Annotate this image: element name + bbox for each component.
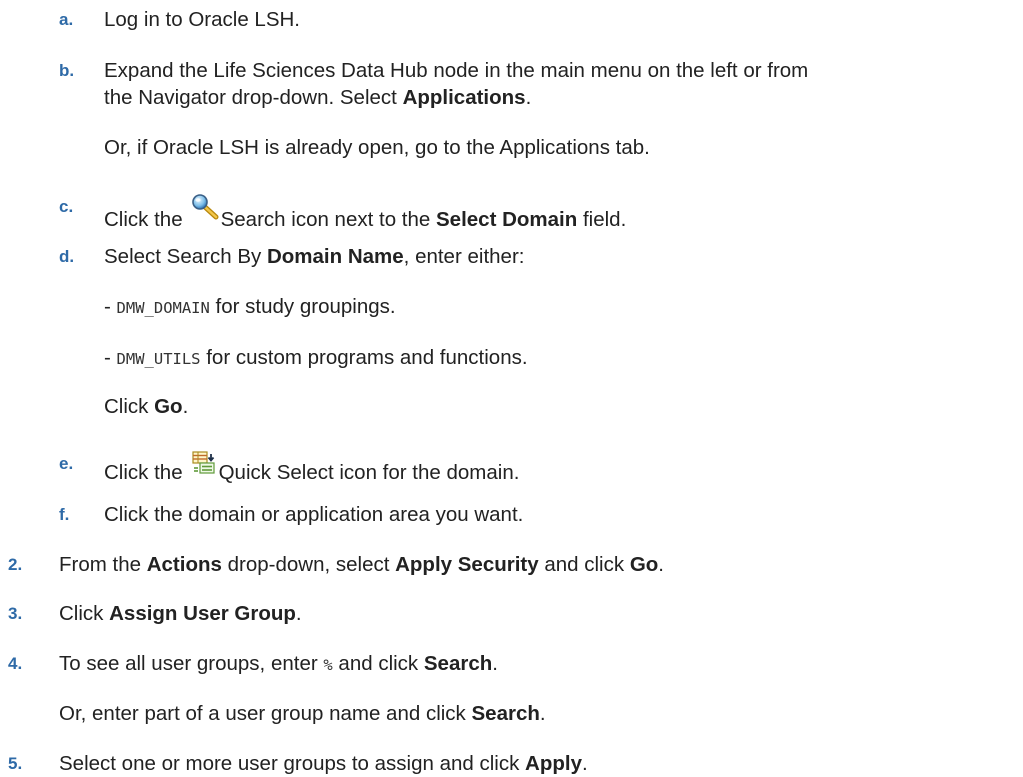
step-marker-3: 3. [8, 604, 23, 624]
step-c-text: Click the Search icon next to the Select … [104, 194, 626, 233]
select-domain-term: Select Domain [436, 208, 578, 231]
step-d-text: Select Search By Domain Name, enter eith… [104, 244, 524, 270]
search-term: Search [471, 702, 540, 726]
apply-term: Apply [525, 752, 582, 776]
step-4-mid: and click [332, 652, 424, 676]
step-2-post: . [658, 552, 664, 576]
option-dash: - [104, 345, 117, 369]
wildcard-code: % [323, 656, 333, 675]
step-c-pre: Click the [104, 208, 183, 231]
step-b-line1-text: Expand the Life Sciences Data Hub node i… [104, 59, 809, 83]
step-b-line2-pre: the Navigator drop-down. Select [104, 85, 403, 109]
step-5-text: Select one or more user groups to assign… [59, 751, 588, 777]
search-term: Search [423, 652, 493, 676]
step-2-mid: drop-down, select [221, 552, 396, 576]
step-2-text: From the Actions drop-down, select Apply… [59, 552, 664, 578]
option-dash: - [104, 294, 117, 318]
step-d-post: , enter either: [403, 244, 525, 268]
step-marker-4: 4. [8, 654, 23, 674]
domain-name-term: Domain Name [266, 244, 404, 268]
step-marker-a: a. [59, 10, 74, 30]
step-marker-b: b. [59, 61, 75, 81]
assign-user-group-term: Assign User Group [109, 602, 296, 626]
step-d-option-domain: - DMW_DOMAIN for study groupings. [104, 294, 396, 321]
step-d-go-post: . [182, 395, 189, 419]
step-marker-e: e. [59, 453, 74, 473]
search-magnifier-icon [191, 194, 219, 227]
go-term: Go [154, 395, 183, 419]
dmw-utils-code: DMW_UTILS [116, 349, 201, 368]
step-4-alternative: Or, enter part of a user group name and … [59, 701, 546, 727]
actions-term: Actions [146, 552, 222, 576]
step-4-text: To see all user groups, enter % and clic… [59, 651, 498, 678]
step-d-option-utils: - DMW_UTILS for custom programs and func… [104, 345, 528, 372]
step-marker-d: d. [59, 246, 75, 266]
step-d-go: Click Go. [104, 394, 188, 420]
step-4-alt-pre: Or, enter part of a user group name and … [59, 702, 472, 726]
step-a-label: Log in to Oracle LSH. [104, 8, 300, 32]
step-e-text: Click the Quick Select icon for the domai… [104, 451, 519, 486]
step-b-line2-post: . [525, 85, 532, 109]
step-4-post: . [492, 652, 498, 676]
option-text: for study groupings. [209, 294, 396, 318]
step-b-alt-text: Or, if Oracle LSH is already open, go to… [104, 135, 650, 159]
step-a-text: Log in to Oracle LSH. [104, 7, 300, 33]
step-b-line2: the Navigator drop-down. Select Applicat… [104, 85, 531, 111]
step-5-pre: Select one or more user groups to assign… [59, 752, 526, 776]
dmw-domain-code: DMW_DOMAIN [116, 298, 210, 317]
step-c-mid: Search icon next to the [220, 208, 436, 231]
step-2-mid2: and click [538, 552, 630, 576]
step-marker-f: f. [59, 504, 70, 524]
step-3-text: Click Assign User Group. [59, 601, 302, 627]
step-c-post: field. [577, 208, 627, 231]
step-f-label: Click the domain or application area you… [104, 502, 524, 526]
step-d-go-pre: Click [104, 395, 155, 419]
step-e-post: Quick Select icon for the domain. [218, 460, 520, 484]
step-marker-5: 5. [8, 754, 23, 774]
step-marker-2: 2. [8, 554, 23, 574]
step-b-line1: Expand the Life Sciences Data Hub node i… [104, 58, 808, 84]
quick-select-icon [191, 451, 217, 482]
step-f-text: Click the domain or application area you… [104, 502, 523, 528]
step-5-post: . [582, 752, 588, 776]
apply-security-term: Apply Security [395, 552, 539, 576]
go-term: Go [629, 552, 659, 576]
step-d-pre: Select Search By [104, 244, 267, 268]
step-b-alternative: Or, if Oracle LSH is already open, go to… [104, 135, 650, 161]
step-4-alt-post: . [539, 702, 546, 726]
step-2-pre: From the [59, 552, 147, 576]
step-4-pre: To see all user groups, enter [59, 652, 324, 676]
step-3-pre: Click [59, 602, 110, 626]
applications-term: Applications [402, 85, 526, 109]
step-e-pre: Click the [104, 460, 183, 484]
option-text: for custom programs and functions. [200, 345, 528, 369]
step-marker-c: c. [59, 197, 74, 216]
step-3-post: . [295, 602, 302, 626]
